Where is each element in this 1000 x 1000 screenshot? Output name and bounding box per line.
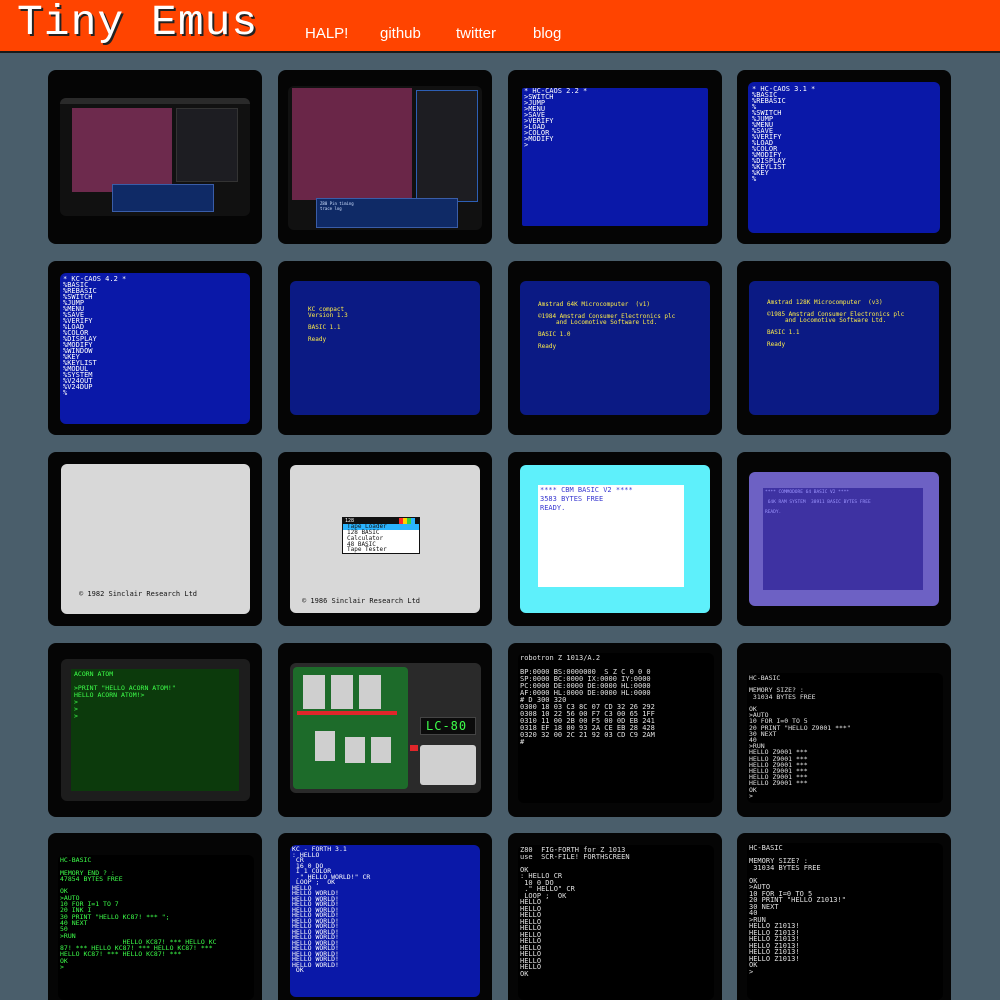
tile-screen: Z80 FIG-FORTH for Z 1013 use SCR-FILE! F… xyxy=(518,845,714,1000)
tile-screen: ACORN ATOM >PRINT "HELLO ACORN ATOM!" HE… xyxy=(71,669,239,791)
tile-screen: **** CBM BASIC V2 **** 3583 BYTES FREE R… xyxy=(538,485,684,587)
screen-text: Z80 FIG-FORTH for Z 1013 use SCR-FILE! F… xyxy=(520,846,630,978)
trace-log-window: Z80 Pin timing trace log xyxy=(316,198,458,228)
site-header: Tiny Emus HALP! github twitter blog xyxy=(0,0,1000,53)
tile-kc85-4[interactable]: * KC-CAOS 4.2 * %BASIC %REBASIC %SWITCH … xyxy=(48,261,262,435)
tile-screen: robotron Z 1013/A.2 BP:0000 BS:0000000 S… xyxy=(518,653,714,803)
chip-die-view xyxy=(292,88,412,200)
tile-cpc464[interactable]: Amstrad 64K Microcomputer (v1) ©1984 Ams… xyxy=(508,261,722,435)
cpu-debug-window xyxy=(416,90,478,202)
menu-bar xyxy=(60,98,250,104)
trace-log-window xyxy=(112,184,214,212)
tile-vic20[interactable]: **** CBM BASIC V2 **** 3583 BYTES FREE R… xyxy=(508,452,722,626)
tile-screen-border: **** COMMODORE 64 BASIC V2 **** 64K RAM … xyxy=(749,472,939,606)
screen-text: ACORN ATOM >PRINT "HELLO ACORN ATOM!" HE… xyxy=(74,670,176,720)
nav-link-twitter[interactable]: twitter xyxy=(456,25,496,42)
tile-kc85-2[interactable]: * HC-CAOS 2.2 * >SWITCH >JUMP >MENU >SAV… xyxy=(508,70,722,244)
screen-text: **** COMMODORE 64 BASIC V2 **** 64K RAM … xyxy=(765,490,871,515)
screen-text: HC-BASIC MEMORY SIZE? : 31034 BYTES FREE… xyxy=(749,674,851,800)
tile-screen: Amstrad 128K Microcomputer (v3) ©1985 Am… xyxy=(749,281,939,415)
tile-screen: Amstrad 64K Microcomputer (v1) ©1984 Ams… xyxy=(520,281,710,415)
reset-key[interactable] xyxy=(410,745,418,751)
debug-window xyxy=(176,108,238,182)
screen-text: Amstrad 64K Microcomputer (v1) ©1984 Ams… xyxy=(538,301,676,350)
tile-zx-spectrum-48k[interactable]: © 1982 Sinclair Research Ltd xyxy=(48,452,262,626)
boot-menu: 128 Tape Loader 128 BASIC Calculator 48 … xyxy=(342,517,420,554)
tile-kc87[interactable]: HC-BASIC MEMORY END ? : 47854 BYTES FREE… xyxy=(48,833,262,1000)
circuit-board xyxy=(293,667,408,789)
site-title[interactable]: Tiny Emus xyxy=(17,0,258,47)
tile-screen: * HC-CAOS 2.2 * >SWITCH >JUMP >MENU >SAV… xyxy=(522,88,708,226)
tile-screen: HC-BASIC MEMORY END ? : 47854 BYTES FREE… xyxy=(58,855,254,1000)
nav-link-halp[interactable]: HALP! xyxy=(305,25,348,42)
screen-text: © 1986 Sinclair Research Ltd xyxy=(302,597,421,605)
chip xyxy=(345,737,365,763)
tile-z9001[interactable]: HC-BASIC MEMORY SIZE? : 31034 BYTES FREE… xyxy=(737,643,951,817)
screen-text: KC compact Version 1.3 BASIC 1.1 Ready xyxy=(308,306,348,343)
tile-screen: * HC-CAOS 3.1 * %BASIC %REBASIC % %SWITC… xyxy=(748,82,940,233)
chip xyxy=(331,675,353,709)
tile-screen: **** COMMODORE 64 BASIC V2 **** 64K RAM … xyxy=(763,488,923,590)
screen-text: * KC-CAOS 4.2 * %BASIC %REBASIC %SWITCH … xyxy=(63,275,127,397)
tile-screen: * KC-CAOS 4.2 * %BASIC %REBASIC %SWITCH … xyxy=(60,273,250,424)
screen-text: © 1982 Sinclair Research Ltd xyxy=(79,590,198,598)
screen-text: **** CBM BASIC V2 **** 3583 BYTES FREE R… xyxy=(540,486,633,512)
seven-segment-display: LC-80 xyxy=(420,717,476,735)
tile-z1013-basic[interactable]: HC-BASIC MEMORY SIZE? : 31034 BYTES FREE… xyxy=(737,833,951,1000)
chip-die-view xyxy=(72,108,172,192)
tile-screen xyxy=(60,98,250,216)
nav-link-blog[interactable]: blog xyxy=(533,25,561,42)
keypad[interactable] xyxy=(420,745,476,785)
tile-screen: HC-BASIC MEMORY SIZE? : 31034 BYTES FREE… xyxy=(747,843,943,1000)
screen-text: * HC-CAOS 3.1 * %BASIC %REBASIC % %SWITC… xyxy=(752,85,816,183)
tile-z1013-forth[interactable]: Z80 FIG-FORTH for Z 1013 use SCR-FILE! F… xyxy=(508,833,722,1000)
tile-kc85-3[interactable]: * HC-CAOS 3.1 * %BASIC %REBASIC % %SWITC… xyxy=(737,70,951,244)
chip xyxy=(303,675,325,709)
tile-z1013-chip-visual[interactable] xyxy=(48,70,262,244)
tile-screen: © 1982 Sinclair Research Ltd xyxy=(61,464,250,614)
tile-kc-compact[interactable]: KC compact Version 1.3 BASIC 1.1 Ready xyxy=(278,261,492,435)
tile-screen: HC-BASIC MEMORY SIZE? : 31034 BYTES FREE… xyxy=(747,673,943,803)
circuit-trace xyxy=(297,711,397,715)
tile-cpc6128[interactable]: Amstrad 128K Microcomputer (v3) ©1985 Am… xyxy=(737,261,951,435)
tile-screen: KC - FORTH 3.1 : HELLO CR 16 0 DO I 1 CO… xyxy=(290,845,480,997)
tile-c64[interactable]: **** COMMODORE 64 BASIC V2 **** 64K RAM … xyxy=(737,452,951,626)
tile-z80-chip-visual[interactable]: Z80 Pin timing trace log xyxy=(278,70,492,244)
screen-text: HC-BASIC MEMORY END ? : 47854 BYTES FREE… xyxy=(60,856,217,972)
nav-link-github[interactable]: github xyxy=(380,25,421,42)
tile-screen-border: **** CBM BASIC V2 **** 3583 BYTES FREE R… xyxy=(520,465,710,613)
tile-acorn-atom[interactable]: ACORN ATOM >PRINT "HELLO ACORN ATOM!" HE… xyxy=(48,643,262,817)
menu-item-tape-tester[interactable]: Tape Tester xyxy=(347,547,387,553)
screen-text: Amstrad 128K Microcomputer (v3) ©1985 Am… xyxy=(767,299,905,348)
tile-kc85-forth[interactable]: KC - FORTH 3.1 : HELLO CR 16 0 DO I 1 CO… xyxy=(278,833,492,1000)
tile-z1013[interactable]: robotron Z 1013/A.2 BP:0000 BS:0000000 S… xyxy=(508,643,722,817)
chip xyxy=(315,731,335,761)
tile-screen: LC-80 xyxy=(290,663,481,793)
tile-screen: Z80 Pin timing trace log xyxy=(288,86,482,230)
screen-text: HC-BASIC MEMORY SIZE? : 31034 BYTES FREE… xyxy=(749,844,846,976)
screen-text: KC - FORTH 3.1 : HELLO CR 16 0 DO I 1 CO… xyxy=(292,845,371,974)
trace-log-text: Z80 Pin timing trace log xyxy=(320,201,354,211)
screen-text: robotron Z 1013/A.2 BP:0000 BS:0000000 S… xyxy=(520,654,655,746)
tile-screen-border: ACORN ATOM >PRINT "HELLO ACORN ATOM!" HE… xyxy=(61,659,250,801)
tile-lc80[interactable]: LC-80 xyxy=(278,643,492,817)
chip xyxy=(371,737,391,763)
tile-screen: 128 Tape Loader 128 BASIC Calculator 48 … xyxy=(290,465,480,613)
screen-text: * HC-CAOS 2.2 * >SWITCH >JUMP >MENU >SAV… xyxy=(524,88,588,149)
tile-zx-spectrum-128[interactable]: 128 Tape Loader 128 BASIC Calculator 48 … xyxy=(278,452,492,626)
display-readout: LC-80 xyxy=(426,719,468,733)
chip xyxy=(359,675,381,709)
tile-screen: KC compact Version 1.3 BASIC 1.1 Ready xyxy=(290,281,480,415)
